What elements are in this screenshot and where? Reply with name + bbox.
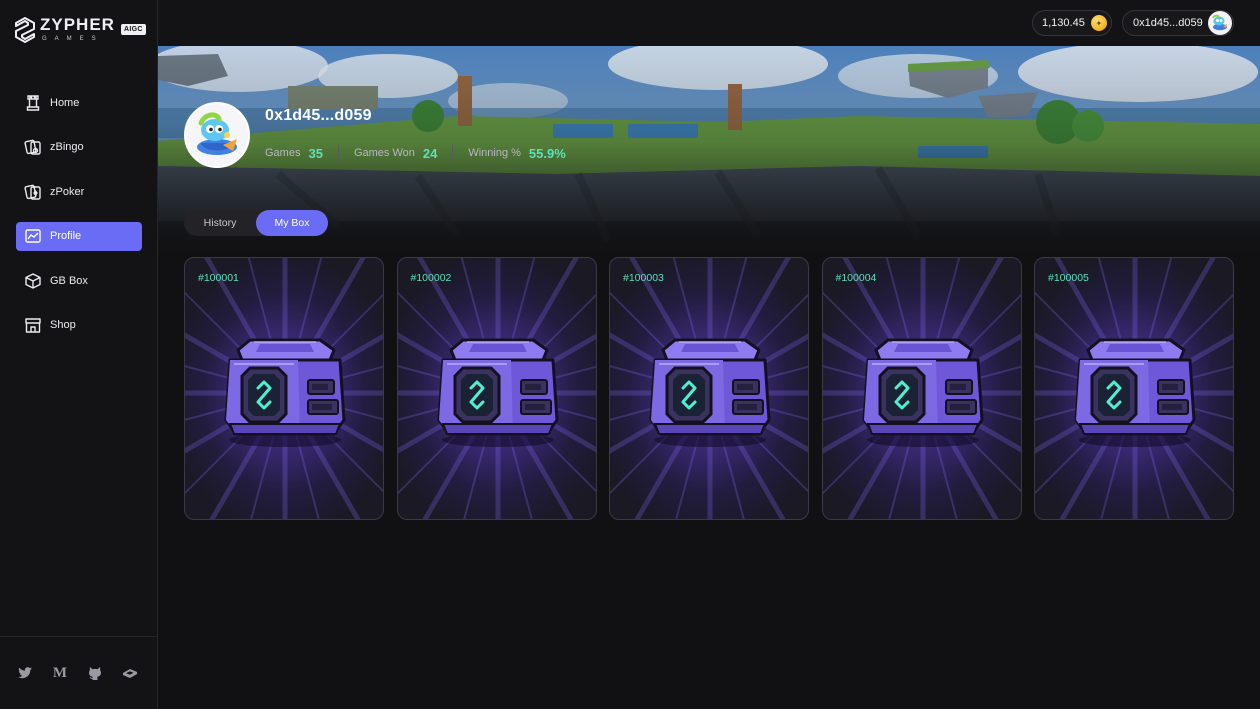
mystery-box-image bbox=[649, 338, 771, 448]
stat-value: 55.9% bbox=[528, 145, 566, 161]
brand-name: ZYPHER bbox=[40, 15, 115, 34]
avatar-small bbox=[1208, 11, 1232, 35]
sidebar-nav: Home zBingo zPoker Profile GB Box Shop bbox=[16, 88, 142, 356]
sidebar-item-home[interactable]: Home bbox=[16, 88, 142, 117]
sidebar-item-label: Profile bbox=[50, 230, 82, 243]
social-links: M bbox=[0, 636, 157, 709]
stat-label: Games bbox=[265, 147, 301, 159]
tower-icon bbox=[24, 94, 42, 112]
stat-value: 35 bbox=[308, 145, 323, 161]
sidebar-item-label: Shop bbox=[50, 319, 76, 332]
app-root: ZYPHER GAMES AIGC Home zBingo zPoker Pro… bbox=[0, 0, 1260, 709]
mystery-box-image bbox=[437, 338, 558, 448]
stat-games: Games 35 bbox=[265, 146, 323, 161]
poker-cards-icon bbox=[24, 183, 42, 201]
zypher-logo-icon bbox=[15, 17, 35, 43]
sidebar-item-label: zPoker bbox=[50, 185, 85, 198]
sidebar-item-shop[interactable]: Shop bbox=[16, 311, 142, 340]
balance-amount: 1,130.45 bbox=[1042, 17, 1085, 29]
box-icon bbox=[24, 272, 42, 290]
sidebar-item-gb-box[interactable]: GB Box bbox=[16, 266, 142, 295]
box-id: #100002 bbox=[410, 272, 452, 284]
aigc-badge: AIGC bbox=[121, 24, 146, 35]
twitter-icon[interactable] bbox=[16, 664, 34, 682]
box-card[interactable]: #100005 bbox=[1034, 257, 1234, 520]
tab-history[interactable]: History bbox=[184, 210, 256, 236]
box-card[interactable]: #100004 bbox=[821, 257, 1022, 520]
sidebar-item-label: zBingo bbox=[50, 141, 84, 154]
stat-label: Games Won bbox=[353, 147, 415, 159]
box-grid: #100001 #100002 #100003 #100004 #100005 bbox=[184, 257, 1234, 520]
sidebar-item-profile[interactable]: Profile bbox=[16, 221, 142, 251]
stat-divider bbox=[337, 145, 339, 161]
chart-icon bbox=[24, 227, 42, 245]
stat-games-won: Games Won 24 bbox=[354, 146, 437, 161]
sidebar-item-label: GB Box bbox=[50, 274, 88, 287]
brand-sub: GAMES bbox=[42, 36, 104, 42]
mystery-box-image bbox=[862, 338, 983, 448]
stat-label: Winning % bbox=[468, 147, 521, 159]
stat-winning-rate: Winning % 55.9% bbox=[468, 146, 565, 161]
box-card[interactable]: #100001 bbox=[184, 257, 384, 520]
shop-icon bbox=[24, 316, 42, 334]
box-card[interactable]: #100002 bbox=[396, 257, 597, 520]
box-id: #100004 bbox=[835, 272, 877, 284]
stat-value: 24 bbox=[422, 145, 438, 161]
mystery-box-image bbox=[1074, 338, 1196, 448]
stat-divider bbox=[452, 145, 454, 161]
profile-tabs: History My Box bbox=[184, 210, 328, 236]
sidebar-item-zbingo[interactable]: zBingo bbox=[16, 133, 142, 162]
profile-avatar bbox=[184, 102, 250, 168]
brand-logo[interactable]: ZYPHER GAMES AIGC bbox=[14, 16, 146, 46]
balance-button[interactable]: 1,130.45 ✦ bbox=[1032, 10, 1112, 36]
profile-name: 0x1d45...d059 bbox=[265, 107, 372, 124]
box-card[interactable]: #100003 bbox=[609, 257, 809, 520]
profile-stats: Games 35 Games Won 24 Winning % 55.9% bbox=[265, 144, 566, 162]
github-icon[interactable] bbox=[86, 664, 104, 682]
sidebar: ZYPHER GAMES AIGC Home zBingo zPoker Pro… bbox=[0, 0, 158, 709]
coin-icon: ✦ bbox=[1090, 15, 1107, 31]
wallet-address: 0x1d45...d059 bbox=[1133, 17, 1203, 29]
box-id: #100003 bbox=[623, 272, 664, 284]
sidebar-item-label: Home bbox=[50, 96, 80, 109]
gitbook-icon[interactable] bbox=[121, 664, 139, 682]
mystery-box-image bbox=[224, 338, 346, 448]
medium-icon[interactable]: M bbox=[51, 664, 69, 682]
top-bar: 1,130.45 ✦ 0x1d45...d059 bbox=[158, 0, 1260, 46]
box-id: #100001 bbox=[198, 272, 239, 284]
bingo-cards-icon bbox=[24, 138, 42, 156]
sidebar-item-zpoker[interactable]: zPoker bbox=[16, 177, 142, 206]
box-id: #100005 bbox=[1048, 272, 1089, 284]
tab-my-box[interactable]: My Box bbox=[256, 210, 328, 236]
brand-text: ZYPHER GAMES bbox=[40, 16, 115, 42]
wallet-button[interactable]: 0x1d45...d059 bbox=[1122, 10, 1234, 36]
